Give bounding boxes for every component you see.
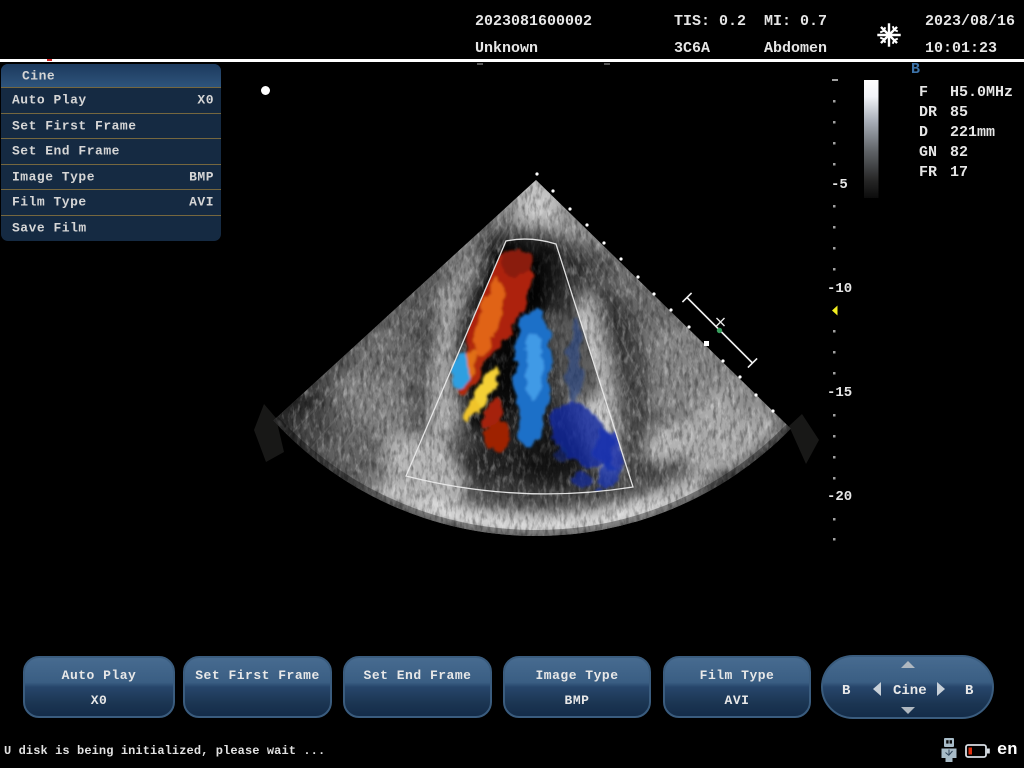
svg-text:Cine: Cine [893,683,927,699]
svg-text:B: B [965,683,974,699]
svg-text:B: B [842,683,851,699]
